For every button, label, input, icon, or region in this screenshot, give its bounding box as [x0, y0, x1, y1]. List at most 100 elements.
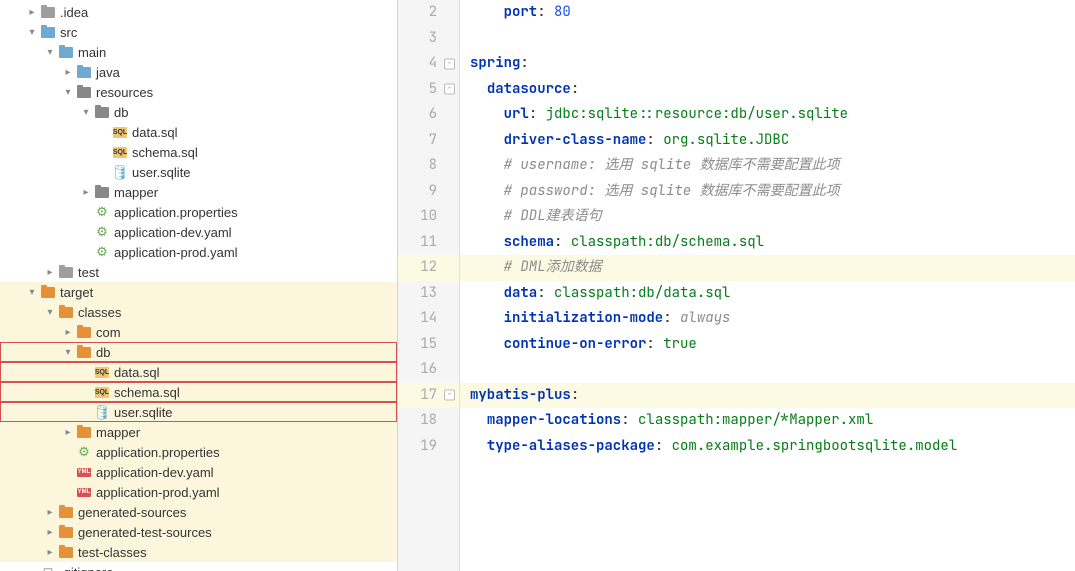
line-number: 8 — [398, 153, 459, 179]
code-line[interactable] — [470, 26, 1075, 52]
tree-item--gitignore[interactable]: ▸◻.gitignore — [0, 562, 397, 571]
chevron-right-icon[interactable]: ▸ — [44, 546, 56, 558]
chevron-right-icon[interactable]: ▸ — [44, 506, 56, 518]
code-line[interactable]: mybatis-plus: — [460, 383, 1075, 409]
code-line[interactable]: mapper-locations: classpath:mapper/*Mapp… — [470, 408, 1075, 434]
tree-item-application-dev-yaml[interactable]: ▸YMLapplication-dev.yaml — [0, 462, 397, 482]
chevron-right-icon[interactable]: ▸ — [62, 426, 74, 438]
folder-icon — [58, 44, 74, 60]
tree-item-test[interactable]: ▸ test — [0, 262, 397, 282]
line-number: 6 — [398, 102, 459, 128]
yaml-file-icon: YML — [76, 484, 92, 500]
tree-item-data-sql[interactable]: ▸SQLdata.sql — [0, 362, 397, 382]
line-gutter: 234−5−67891011121314151617−1819 — [398, 0, 460, 571]
tree-item-application-dev-yaml[interactable]: ▸⚙application-dev.yaml — [0, 222, 397, 242]
tree-item-schema-sql[interactable]: ▸SQLschema.sql — [0, 382, 397, 402]
sql-file-icon: SQL — [112, 144, 128, 160]
tree-item-label: .idea — [60, 5, 88, 20]
chevron-right-icon[interactable]: ▸ — [62, 66, 74, 78]
tree-item-label: generated-test-sources — [78, 525, 212, 540]
tree-item--idea[interactable]: ▸ .idea — [0, 2, 397, 22]
chevron-down-icon[interactable]: ▾ — [80, 106, 92, 118]
folder-icon — [76, 84, 92, 100]
folder-icon — [58, 504, 74, 520]
tree-item-label: test — [78, 265, 99, 280]
tree-item-label: application-dev.yaml — [114, 225, 232, 240]
fold-icon[interactable]: − — [444, 58, 455, 69]
chevron-right-icon[interactable]: ▸ — [44, 526, 56, 538]
folder-icon — [58, 264, 74, 280]
folder-icon — [94, 184, 110, 200]
code-line[interactable]: data: classpath:db/data.sql — [470, 281, 1075, 307]
code-line[interactable]: # username: 选用 sqlite 数据库不需要配置此项 — [470, 153, 1075, 179]
code-line[interactable]: # password: 选用 sqlite 数据库不需要配置此项 — [470, 179, 1075, 205]
tree-item-application-prod-yaml[interactable]: ▸⚙application-prod.yaml — [0, 242, 397, 262]
tree-item-com[interactable]: ▸com — [0, 322, 397, 342]
fold-icon[interactable]: − — [444, 390, 455, 401]
chevron-down-icon[interactable]: ▾ — [44, 306, 56, 318]
code-line[interactable]: initialization-mode: always — [470, 306, 1075, 332]
code-line[interactable]: type-aliases-package: com.example.spring… — [470, 434, 1075, 460]
code-line[interactable]: datasource: — [470, 77, 1075, 103]
tree-item-generated-sources[interactable]: ▸ generated-sources — [0, 502, 397, 522]
tree-item-application-properties[interactable]: ▸⚙application.properties — [0, 442, 397, 462]
code-editor[interactable]: 234−5−67891011121314151617−1819 port: 80… — [398, 0, 1075, 571]
tree-item-schema-sql[interactable]: ▸SQLschema.sql — [0, 142, 397, 162]
line-number: 15 — [398, 332, 459, 358]
tree-item-target[interactable]: ▾target — [0, 282, 397, 302]
line-number: 19 — [398, 434, 459, 460]
code-area[interactable]: port: 80 spring: datasource: url: jdbc:sq… — [460, 0, 1075, 571]
chevron-right-icon[interactable]: ▸ — [26, 6, 38, 18]
line-number: 10 — [398, 204, 459, 230]
folder-icon — [58, 524, 74, 540]
tree-item-db[interactable]: ▾db — [0, 102, 397, 122]
code-line[interactable]: # DML添加数据 — [460, 255, 1075, 281]
tree-item-user-sqlite[interactable]: ▸🛢user.sqlite — [0, 402, 397, 422]
tree-item-application-properties[interactable]: ▸⚙application.properties — [0, 202, 397, 222]
chevron-down-icon[interactable]: ▾ — [62, 346, 74, 358]
fold-icon[interactable]: − — [444, 84, 455, 95]
tree-item-classes[interactable]: ▾classes — [0, 302, 397, 322]
code-line[interactable] — [470, 357, 1075, 383]
tree-item-main[interactable]: ▾ main — [0, 42, 397, 62]
tree-item-label: application-dev.yaml — [96, 465, 214, 480]
tree-item-resources[interactable]: ▾resources — [0, 82, 397, 102]
tree-item-user-sqlite[interactable]: ▸🛢user.sqlite — [0, 162, 397, 182]
chevron-right-icon[interactable]: ▸ — [80, 186, 92, 198]
tree-item-label: user.sqlite — [114, 405, 173, 420]
properties-file-icon: ⚙ — [76, 444, 92, 460]
tree-item-data-sql[interactable]: ▸SQLdata.sql — [0, 122, 397, 142]
chevron-down-icon[interactable]: ▾ — [44, 46, 56, 58]
chevron-right-icon[interactable]: ▸ — [44, 266, 56, 278]
folder-icon — [76, 64, 92, 80]
tree-item-java[interactable]: ▸java — [0, 62, 397, 82]
chevron-down-icon[interactable]: ▾ — [26, 286, 38, 298]
properties-file-icon: ⚙ — [94, 244, 110, 260]
properties-file-icon: ⚙ — [94, 204, 110, 220]
code-line[interactable]: port: 80 — [470, 0, 1075, 26]
code-line[interactable]: continue-on-error: true — [470, 332, 1075, 358]
tree-item-label: generated-sources — [78, 505, 186, 520]
project-tree[interactable]: ▸.idea▾src▾main▸java▾resources▾db▸SQLdat… — [0, 0, 398, 571]
code-line[interactable]: driver-class-name: org.sqlite.JDBC — [470, 128, 1075, 154]
tree-item-label: main — [78, 45, 106, 60]
chevron-down-icon[interactable]: ▾ — [62, 86, 74, 98]
chevron-down-icon[interactable]: ▾ — [26, 26, 38, 38]
tree-item-generated-test-sources[interactable]: ▸ generated-test-sources — [0, 522, 397, 542]
chevron-right-icon[interactable]: ▸ — [62, 326, 74, 338]
tree-item-application-prod-yaml[interactable]: ▸YMLapplication-prod.yaml — [0, 482, 397, 502]
tree-item-label: data.sql — [132, 125, 178, 140]
tree-item-label: application.properties — [96, 445, 220, 460]
tree-item-mapper[interactable]: ▸mapper — [0, 182, 397, 202]
tree-item-db[interactable]: ▾db — [0, 342, 397, 362]
code-line[interactable]: spring: — [470, 51, 1075, 77]
tree-item-mapper[interactable]: ▸mapper — [0, 422, 397, 442]
code-line[interactable]: schema: classpath:db/schema.sql — [470, 230, 1075, 256]
code-line[interactable]: # DDL建表语句 — [470, 204, 1075, 230]
sql-file-icon: SQL — [112, 124, 128, 140]
line-number: 7 — [398, 128, 459, 154]
tree-item-label: .gitignore — [60, 565, 113, 571]
tree-item-test-classes[interactable]: ▸test-classes — [0, 542, 397, 562]
code-line[interactable]: url: jdbc:sqlite::resource:db/user.sqlit… — [470, 102, 1075, 128]
tree-item-src[interactable]: ▾src — [0, 22, 397, 42]
